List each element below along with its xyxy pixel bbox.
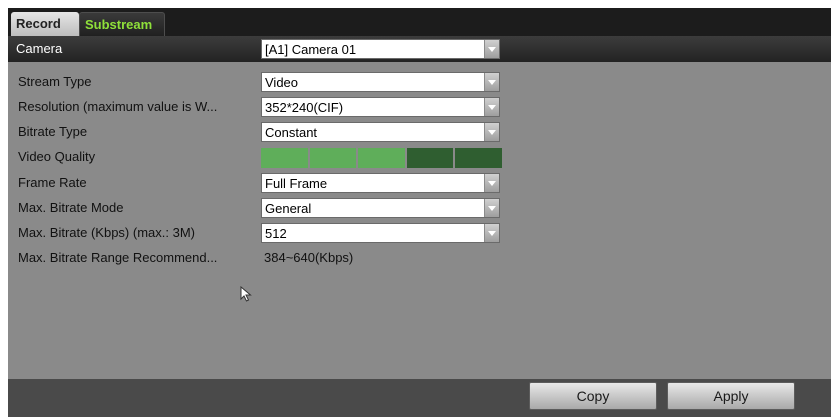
max-bitrate-select[interactable]: 512 bbox=[261, 223, 500, 243]
tab-substream[interactable]: Substream bbox=[79, 12, 165, 36]
max-bitrate-label: Max. Bitrate (Kbps) (max.: 3M) bbox=[18, 225, 195, 240]
resolution-row: Resolution (maximum value is W... 352*24… bbox=[8, 96, 831, 118]
bitrate-range-value: 384~640(Kbps) bbox=[264, 250, 354, 265]
footer-bar: Copy Apply bbox=[8, 379, 831, 417]
max-bitrate-value: 512 bbox=[265, 226, 287, 241]
bitrate-range-label: Max. Bitrate Range Recommend... bbox=[18, 250, 218, 265]
max-bitrate-mode-label: Max. Bitrate Mode bbox=[18, 200, 124, 215]
frame-rate-select[interactable]: Full Frame bbox=[261, 173, 500, 193]
video-quality-row: Video Quality bbox=[8, 146, 831, 168]
bitrate-type-select[interactable]: Constant bbox=[261, 122, 500, 142]
camera-select-value: [A1] Camera 01 bbox=[265, 42, 357, 57]
tab-bar: Record Substream bbox=[8, 8, 831, 36]
camera-row: Camera [A1] Camera 01 bbox=[8, 36, 831, 62]
resolution-value: 352*240(CIF) bbox=[265, 100, 344, 115]
mouse-cursor-icon bbox=[240, 285, 252, 307]
chevron-down-icon[interactable] bbox=[484, 73, 499, 91]
bitrate-range-row: Max. Bitrate Range Recommend... 384~640(… bbox=[8, 247, 831, 269]
resolution-label: Resolution (maximum value is W... bbox=[18, 99, 218, 114]
tab-record[interactable]: Record bbox=[11, 12, 79, 36]
stream-type-row: Stream Type Video bbox=[8, 71, 831, 93]
chevron-down-icon[interactable] bbox=[484, 40, 499, 58]
frame-rate-row: Frame Rate Full Frame bbox=[8, 172, 831, 194]
bitrate-type-label: Bitrate Type bbox=[18, 124, 88, 139]
quality-segment[interactable] bbox=[309, 148, 357, 168]
resolution-select[interactable]: 352*240(CIF) bbox=[261, 97, 500, 117]
frame-rate-label: Frame Rate bbox=[18, 175, 87, 190]
quality-segment[interactable] bbox=[455, 148, 502, 168]
camera-label: Camera bbox=[16, 41, 63, 56]
chevron-down-icon[interactable] bbox=[484, 123, 499, 141]
copy-button[interactable]: Copy bbox=[529, 382, 657, 410]
stream-type-label: Stream Type bbox=[18, 74, 92, 89]
chevron-down-icon[interactable] bbox=[484, 98, 499, 116]
apply-button[interactable]: Apply bbox=[667, 382, 795, 410]
chevron-down-icon[interactable] bbox=[484, 174, 499, 192]
stream-type-value: Video bbox=[265, 75, 299, 90]
bitrate-type-value: Constant bbox=[265, 125, 318, 140]
video-quality-label: Video Quality bbox=[18, 149, 96, 164]
bitrate-type-row: Bitrate Type Constant bbox=[8, 121, 831, 143]
max-bitrate-row: Max. Bitrate (Kbps) (max.: 3M) 512 bbox=[8, 222, 831, 244]
max-bitrate-mode-value: General bbox=[265, 201, 312, 216]
max-bitrate-mode-row: Max. Bitrate Mode General bbox=[8, 197, 831, 219]
quality-segment[interactable] bbox=[358, 148, 405, 168]
frame-rate-value: Full Frame bbox=[265, 176, 328, 191]
chevron-down-icon[interactable] bbox=[484, 224, 499, 242]
substream-settings-panel: Record Substream Camera [A1] Camera 01 S… bbox=[8, 8, 831, 417]
stream-type-select[interactable]: Video bbox=[261, 72, 500, 92]
quality-segment[interactable] bbox=[261, 148, 308, 168]
camera-select[interactable]: [A1] Camera 01 bbox=[261, 39, 500, 59]
video-quality-slider[interactable] bbox=[261, 148, 502, 168]
chevron-down-icon[interactable] bbox=[484, 199, 499, 217]
quality-segment[interactable] bbox=[406, 148, 454, 168]
max-bitrate-mode-select[interactable]: General bbox=[261, 198, 500, 218]
